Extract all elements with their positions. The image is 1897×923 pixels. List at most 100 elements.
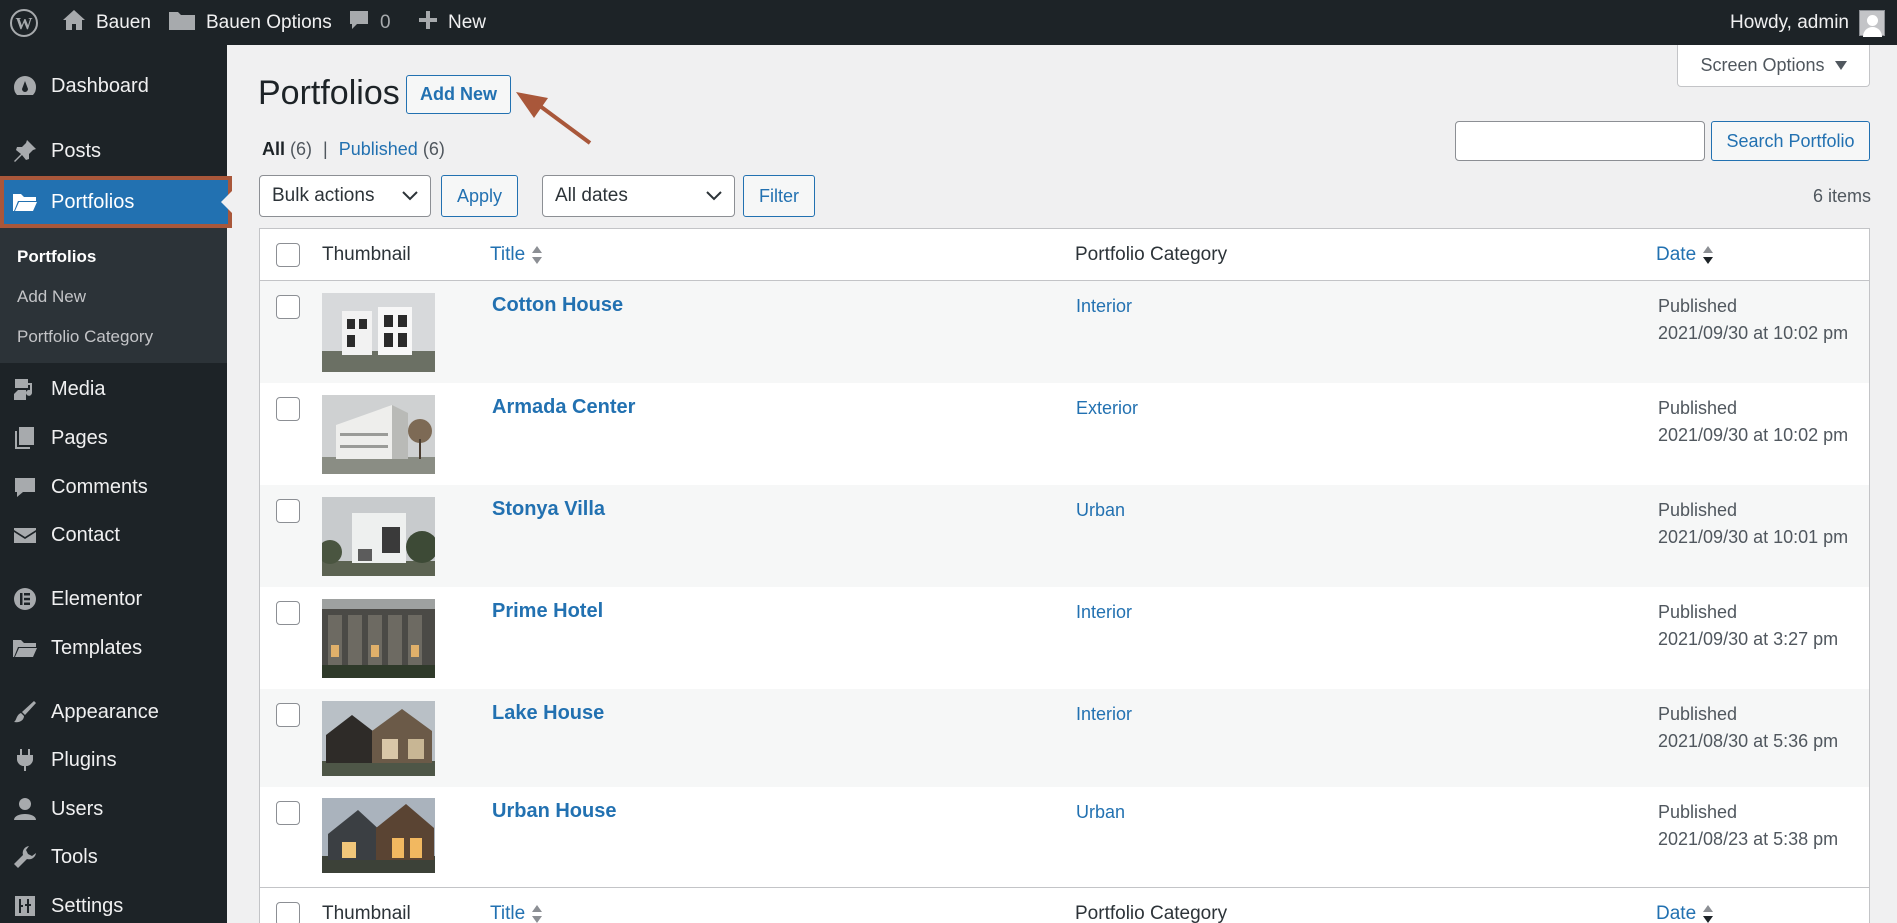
column-date[interactable]: Date xyxy=(1656,244,1714,266)
row-date: 2021/09/30 at 3:27 pm xyxy=(1658,629,1839,649)
pages-icon xyxy=(12,425,38,451)
account-menu[interactable]: Howdy, admin xyxy=(1730,0,1885,45)
sidebar-item-label: Templates xyxy=(51,636,143,659)
row-status: Published xyxy=(1658,398,1738,418)
sidebar-item-portfolios[interactable]: Portfolios xyxy=(0,176,232,228)
sidebar-item-plugins[interactable]: Plugins xyxy=(0,736,227,784)
settings-icon xyxy=(12,893,38,919)
row-checkbox[interactable] xyxy=(276,703,300,727)
row-checkbox[interactable] xyxy=(276,499,300,523)
sidebar-item-label: Pages xyxy=(51,426,108,449)
sidebar-item-label: Contact xyxy=(51,523,120,546)
row-title-link[interactable]: Urban House xyxy=(492,800,616,823)
svg-text:W: W xyxy=(16,14,33,33)
row-checkbox[interactable] xyxy=(276,295,300,319)
sidebar-item-settings[interactable]: Settings xyxy=(0,882,227,923)
column-title[interactable]: Title xyxy=(490,903,543,923)
sidebar-item-tools[interactable]: Tools xyxy=(0,833,227,881)
triangle-down-icon xyxy=(1834,55,1847,76)
bulk-actions-select[interactable]: Bulk actions xyxy=(259,175,431,217)
column-title[interactable]: Title xyxy=(490,244,543,266)
sidebar-item-label: Plugins xyxy=(51,748,117,771)
submenu-portfolios[interactable]: Portfolios xyxy=(17,247,96,267)
add-new-button[interactable]: Add New xyxy=(406,75,511,114)
row-title-link[interactable]: Prime Hotel xyxy=(492,600,603,623)
row-title-link[interactable]: Armada Center xyxy=(492,396,635,419)
select-all-checkbox[interactable] xyxy=(276,243,300,267)
thumbnail-image[interactable] xyxy=(322,395,435,474)
column-portfolio-category: Portfolio Category xyxy=(1075,244,1228,265)
sidebar-item-dashboard[interactable]: Dashboard xyxy=(0,62,227,110)
sidebar-item-label: Portfolios xyxy=(51,190,135,213)
new-content-link[interactable]: New xyxy=(418,0,486,45)
chevron-down-icon xyxy=(706,185,722,207)
comments-link[interactable]: 0 xyxy=(348,0,391,45)
sidebar-item-label: Users xyxy=(51,797,104,820)
thumbnail-image[interactable] xyxy=(322,798,435,873)
thumbnail-image[interactable] xyxy=(322,497,435,576)
row-status: Published xyxy=(1658,602,1738,622)
portfolios-submenu: Portfolios Add New Portfolio Category xyxy=(0,228,227,363)
admin-sidebar: Dashboard Posts Portfolios Portfolios Ad… xyxy=(0,45,232,923)
sidebar-item-media[interactable]: Media xyxy=(0,365,227,413)
row-title-link[interactable]: Lake House xyxy=(492,702,604,725)
row-category-link[interactable]: Exterior xyxy=(1076,398,1138,419)
thumbnail-image[interactable] xyxy=(322,293,435,372)
row-title-link[interactable]: Stonya Villa xyxy=(492,498,605,521)
row-title-link[interactable]: Cotton House xyxy=(492,294,623,317)
search-portfolio-button[interactable]: Search Portfolio xyxy=(1711,121,1870,161)
apply-button[interactable]: Apply xyxy=(441,175,518,217)
row-checkbox[interactable] xyxy=(276,601,300,625)
sidebar-item-appearance[interactable]: Appearance xyxy=(0,688,227,736)
home-icon xyxy=(62,9,86,37)
row-status: Published xyxy=(1658,802,1738,822)
folder-icon xyxy=(12,635,38,661)
column-date[interactable]: Date xyxy=(1656,903,1714,923)
column-title-label: Title xyxy=(490,903,526,923)
sort-icon xyxy=(532,904,543,923)
greeting: Howdy, admin xyxy=(1730,11,1849,33)
row-checkbox[interactable] xyxy=(276,397,300,421)
row-category-link[interactable]: Urban xyxy=(1076,500,1125,521)
dates-select[interactable]: All dates xyxy=(542,175,735,217)
sidebar-item-pages[interactable]: Pages xyxy=(0,414,227,462)
row-date: 2021/09/30 at 10:02 pm xyxy=(1658,425,1849,445)
dashboard-icon xyxy=(12,73,38,99)
submenu-add-new[interactable]: Add New xyxy=(17,287,86,307)
filter-all[interactable]: All xyxy=(262,139,285,159)
thumbnail-image[interactable] xyxy=(322,701,435,776)
plus-icon xyxy=(418,10,438,36)
portfolio-table: Thumbnail Title Portfolio Category Date … xyxy=(259,228,1870,923)
items-count: 6 items xyxy=(1812,186,1871,206)
site-name-link[interactable]: Bauen xyxy=(62,0,151,45)
row-category-link[interactable]: Interior xyxy=(1076,602,1132,623)
filter-published[interactable]: Published xyxy=(339,139,418,159)
options-label: Bauen Options xyxy=(206,11,332,33)
screen-options-button[interactable]: Screen Options xyxy=(1677,45,1870,87)
column-portfolio-category: Portfolio Category xyxy=(1075,903,1228,923)
search-input[interactable] xyxy=(1455,121,1705,161)
filter-button[interactable]: Filter xyxy=(743,175,815,217)
sidebar-item-users[interactable]: Users xyxy=(0,785,227,833)
column-date-label: Date xyxy=(1656,903,1697,923)
submenu-portfolio-category[interactable]: Portfolio Category xyxy=(17,327,153,347)
mail-icon xyxy=(12,522,38,548)
thumbnail-image[interactable] xyxy=(322,599,435,678)
page-title: Portfolios xyxy=(258,74,400,112)
row-category-link[interactable]: Interior xyxy=(1076,296,1132,317)
column-thumbnail: Thumbnail xyxy=(322,244,411,265)
row-category-link[interactable]: Urban xyxy=(1076,802,1125,823)
sidebar-item-contact[interactable]: Contact xyxy=(0,511,227,559)
table-row: Prime Hotel Interior Published 2021/09/3… xyxy=(260,587,1869,689)
select-all-checkbox[interactable] xyxy=(276,902,300,923)
sidebar-item-comments[interactable]: Comments xyxy=(0,463,227,511)
sidebar-item-templates[interactable]: Templates xyxy=(0,624,227,672)
sidebar-item-elementor[interactable]: Elementor xyxy=(0,575,227,623)
chevron-down-icon xyxy=(402,185,418,207)
sort-desc-icon xyxy=(1703,904,1714,923)
sidebar-item-posts[interactable]: Posts xyxy=(0,127,227,175)
options-link[interactable]: Bauen Options xyxy=(168,0,332,45)
row-category-link[interactable]: Interior xyxy=(1076,704,1132,725)
row-checkbox[interactable] xyxy=(276,801,300,825)
wordpress-logo-icon[interactable]: W xyxy=(10,0,38,45)
